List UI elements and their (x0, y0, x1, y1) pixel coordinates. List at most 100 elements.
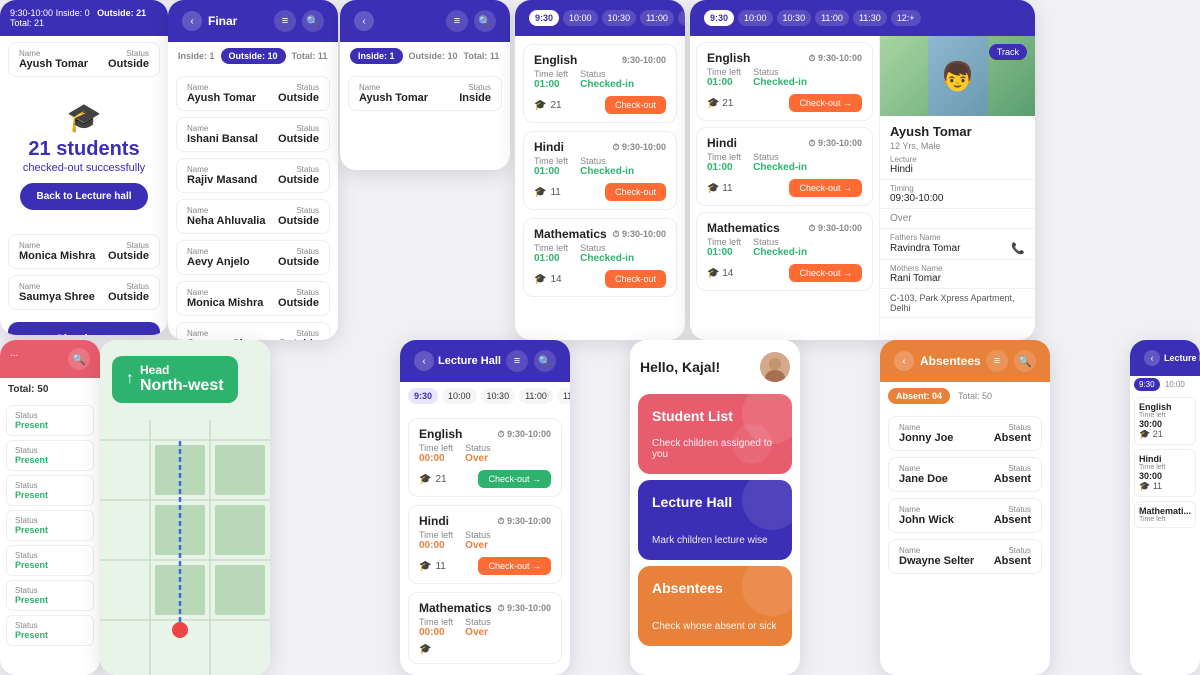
search-icon[interactable]: 🔍 (1014, 350, 1036, 372)
time-tab-1130[interactable]: 11:30 (678, 10, 685, 26)
checkout-button[interactable]: Check out (8, 322, 160, 335)
back-button[interactable]: ‹ (1144, 350, 1160, 366)
time-tab[interactable]: 10:30 (481, 388, 516, 404)
menu-icon[interactable]: ≡ (274, 10, 296, 32)
present-students-panel: ... 🔍 Total: 50 Status Present Status Pr… (0, 340, 100, 675)
subject-english: English (534, 53, 577, 67)
time-tab[interactable]: 11:30 (557, 388, 570, 404)
panel11-title: Lecture Ha... (1164, 353, 1200, 363)
hindi-lecture-card: Hindi ⏱ 9:30-10:00 Time left01:00 Status… (523, 131, 677, 210)
student-row: NameSaumya Shree StatusOutside (176, 322, 330, 340)
track-button[interactable]: Track (989, 44, 1027, 60)
checkout-btn[interactable]: Check-out → (789, 179, 862, 197)
absent-badge: Absent: 04 (888, 388, 950, 404)
time-tab[interactable]: 10:00 (442, 388, 477, 404)
panel12-header: 9:30 10:00 10:30 11:00 11:30 12:+ (690, 0, 1035, 36)
time-tab-12plus[interactable]: 12:+ (891, 10, 921, 26)
status-detail: Over (880, 209, 1035, 229)
lecture-time: 9:30-10:00 (622, 55, 666, 65)
checkout-button[interactable]: Check-out (605, 96, 666, 114)
search-icon[interactable]: 🔍 (302, 10, 324, 32)
student-count: 🎓 21 (534, 100, 562, 111)
up-arrow-icon: ↑ (126, 370, 134, 388)
subject-hindi: Hindi (534, 140, 564, 154)
absentees-panel: ‹ Absentees ≡ 🔍 Absent: 04 Total: 50 Nam… (880, 340, 1050, 675)
checkout-btn[interactable]: Check-out → (478, 470, 551, 488)
student-row: NameJane Doe StatusAbsent (888, 457, 1042, 492)
checkout-btn[interactable]: Check-out → (789, 264, 862, 282)
checkout-button[interactable]: Check-out (605, 183, 666, 201)
time-tab-1100[interactable]: 11:00 (640, 10, 674, 26)
lecture-meta: Time left01:00 StatusChecked-in (534, 156, 666, 177)
student-row: NameNeha Ahluvalia StatusOutside (176, 199, 330, 234)
timing-detail: Timing 09:30-10:00 (880, 180, 1035, 209)
time-tab-1000[interactable]: 10:00 (563, 10, 598, 26)
father-detail: Fathers Name Ravindra Tomar 📞 (880, 229, 1035, 260)
back-button[interactable]: ‹ (182, 11, 202, 31)
success-body: 🎓 21 students checked-out successfully B… (0, 83, 168, 228)
card-subtitle: Check whose absent or sick (652, 621, 778, 632)
time-tab-1030[interactable]: 10:30 (602, 10, 637, 26)
checkout-button[interactable]: Check-out (605, 270, 666, 288)
checkout-btn[interactable]: Check-out → (789, 94, 862, 112)
english-lecture-card: English 9:30-10:00 Time left01:00 Status… (523, 44, 677, 123)
english-card: English ⏱ 9:30-10:00 Time left01:00 Stat… (696, 42, 873, 121)
student-row: Status Present (6, 405, 94, 436)
time-tab[interactable]: 9:30 (408, 388, 438, 404)
map-background: 📍 ↑ Head North-west (100, 340, 270, 675)
search-icon[interactable]: 🔍 (534, 350, 556, 372)
lecture-hall-card[interactable]: Lecture Hall Mark children lecture wise (638, 480, 792, 560)
english-lecture: English ⏱ 9:30-10:00 Time left00:00 Stat… (408, 418, 562, 497)
inside-students-panel: ‹ ≡ 🔍 Inside: 1 Outside: 10 Total: 11 Na… (340, 0, 510, 170)
checkout-btn[interactable]: Check-out → (478, 557, 551, 575)
total-label: Total: 50 (958, 391, 992, 401)
student-row: NameAyush Tomar StatusInside (348, 76, 502, 111)
map-panel: 📍 ↑ Head North-west (100, 340, 270, 675)
time-tab-1100[interactable]: 11:00 (815, 10, 849, 26)
time-tab-930[interactable]: 9:30 (704, 10, 734, 26)
menu-icon[interactable]: ≡ (506, 350, 528, 372)
time-tabs-small: 9:30 10:00 (1130, 376, 1200, 393)
navigation-banner: ↑ Head North-west (112, 356, 238, 403)
time-tab-930[interactable]: 9:30 (529, 10, 559, 26)
time-tab-1030[interactable]: 10:30 (777, 10, 812, 26)
back-to-hall-button[interactable]: Back to Lecture hall (20, 183, 147, 210)
time-tab-1000[interactable]: 10:00 (738, 10, 773, 26)
panel11-header: ‹ Lecture Ha... (1130, 340, 1200, 376)
panel2-header: ‹ Finar ≡ 🔍 (168, 0, 338, 42)
student-row: NameJonny Joe StatusAbsent (888, 416, 1042, 451)
panel1-time: 9:30-10:00 (10, 8, 53, 18)
total-label: Total: 50 (0, 378, 100, 401)
student-row: Name Monica Mishra Status Outside (8, 234, 160, 269)
phone-icon[interactable]: 📞 (1011, 242, 1025, 255)
subject: English (419, 427, 462, 441)
student-list-card[interactable]: Student List Check children assigned to … (638, 394, 792, 474)
outside-badge: Outside: 10 (221, 48, 286, 64)
back-button[interactable]: ‹ (354, 11, 374, 31)
lecture-meta: Time left01:00 StatusChecked-in (534, 243, 666, 264)
menu-icon[interactable]: ≡ (446, 10, 468, 32)
student-row: NameAevy Anjelo StatusOutside (176, 240, 330, 275)
time-tab-1130[interactable]: 11:30 (853, 10, 887, 26)
search-icon[interactable]: 🔍 (68, 348, 90, 370)
outside-students-panel: ‹ Finar ≡ 🔍 Inside: 1 Outside: 10 Total:… (168, 0, 338, 340)
lecture-footer: 🎓 11 Check-out (534, 183, 666, 201)
panel4-header: 9:30 10:00 10:30 11:00 11:30 12:+ (515, 0, 685, 36)
panel10-header: ‹ Absentees ≡ 🔍 (880, 340, 1050, 382)
student-row: NameJohn Wick StatusAbsent (888, 498, 1042, 533)
student-row: Status Present (6, 440, 94, 471)
student-row: Status Present (6, 475, 94, 506)
search-icon[interactable]: 🔍 (474, 10, 496, 32)
absentees-card[interactable]: Absentees Check whose absent or sick (638, 566, 792, 646)
student-row: NameAyush Tomar StatusOutside (176, 76, 330, 111)
success-count: 21 students (10, 138, 158, 161)
time-tab[interactable]: 11:00 (519, 388, 553, 404)
back-button[interactable]: ‹ (894, 351, 914, 371)
lecture-footer: 🎓 14 Check-out (534, 270, 666, 288)
subject-math: Mathematics (534, 227, 607, 241)
menu-icon[interactable]: ≡ (986, 350, 1008, 372)
lecture-time: ⏱ 9:30-10:00 (612, 229, 666, 240)
back-button[interactable]: ‹ (414, 351, 434, 371)
time-tabs-row: 9:30 10:00 10:30 11:00 11:30 12:+ (400, 382, 570, 410)
panel1-header: 9:30-10:00 Inside: 0 Outside: 21 Total: … (0, 0, 168, 36)
